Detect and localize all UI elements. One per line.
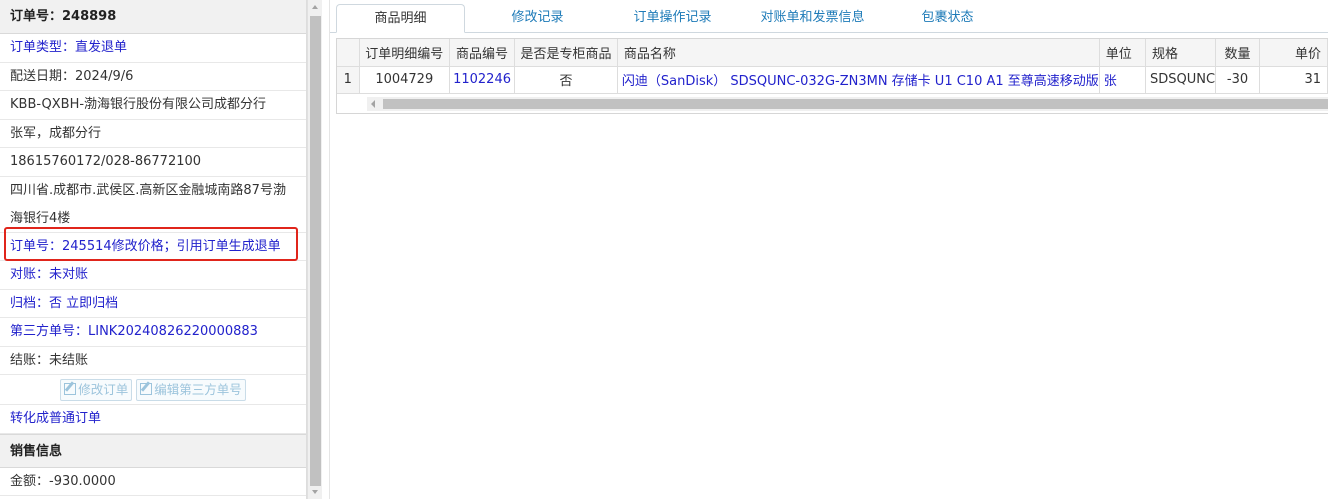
horizontal-scrollbar-thumb[interactable] xyxy=(383,99,1328,109)
product-table: 订单明细编号 商品编号 是否是专柜商品 商品名称 单位 规格 数量 单价 1 1… xyxy=(337,39,1328,94)
delivery-address: 四川省.成都市.武侯区.高新区金融城南路87号渤海银行4楼 xyxy=(0,177,306,233)
edit-order-button[interactable]: 修改订单 xyxy=(60,379,133,401)
tab-product-details[interactable]: 商品明细 xyxy=(336,4,465,33)
unit-cell: 张 xyxy=(1099,66,1146,94)
delivery-date: 配送日期：2024/9/6 xyxy=(0,63,306,91)
column-header[interactable]: 是否是专柜商品 xyxy=(514,39,618,67)
scroll-up-arrow-icon[interactable] xyxy=(308,0,323,14)
column-header[interactable]: 单位 xyxy=(1099,39,1146,67)
column-header[interactable]: 商品名称 xyxy=(617,39,1100,67)
detail-id-cell: 1004729 xyxy=(359,66,450,94)
order-action-buttons: 修改订单 编辑第三方单号 xyxy=(0,375,306,405)
scroll-left-arrow-icon[interactable] xyxy=(371,100,375,108)
product-grid: 订单明细编号 商品编号 是否是专柜商品 商品名称 单位 规格 数量 单价 1 1… xyxy=(336,38,1328,114)
row-number: 1 xyxy=(337,66,360,94)
edit-icon xyxy=(140,383,153,395)
highlight-box xyxy=(4,227,298,261)
column-header[interactable]: 订单明细编号 xyxy=(359,39,450,67)
edit-third-party-button[interactable]: 编辑第三方单号 xyxy=(136,379,246,401)
settlement-status: 结账：未结账 xyxy=(0,347,306,375)
tab-bar: 商品明细 修改记录 订单操作记录 对账单和发票信息 包裹状态 xyxy=(330,0,1328,33)
column-header[interactable]: 商品编号 xyxy=(449,39,516,67)
tab-operation-log[interactable]: 订单操作记录 xyxy=(610,4,735,33)
convert-to-normal-order-link[interactable]: 转化成普通订单 xyxy=(0,405,306,434)
customer-company: KBB-QXBH-渤海银行股份有限公司成都分行 xyxy=(0,91,306,120)
sales-info-header: 销售信息 xyxy=(0,433,306,468)
product-name-link[interactable]: 闪迪（SanDisk） SDSQUNC-032G-ZN3MN 存储卡 U1 C1… xyxy=(617,66,1100,94)
contact-name: 张军，成都分行 xyxy=(0,120,306,148)
horizontal-scrollbar[interactable] xyxy=(367,97,1328,111)
order-number-header: 订单号：248898 xyxy=(0,0,306,34)
archive-status[interactable]: 归档：否 立即归档 xyxy=(0,290,306,318)
product-id-link[interactable]: 1102246 xyxy=(449,66,516,94)
table-row[interactable]: 1 1004729 1102246 否 闪迪（SanDisk） SDSQUNC-… xyxy=(337,66,1328,94)
left-panel-scrollbar[interactable] xyxy=(307,0,322,499)
column-header[interactable]: 规格 xyxy=(1145,39,1217,67)
column-header[interactable]: 数量 xyxy=(1215,39,1261,67)
scroll-down-arrow-icon[interactable] xyxy=(308,485,323,499)
row-number-header xyxy=(337,39,360,67)
reconciliation-status: 对账：未对账 xyxy=(0,261,306,290)
tab-package-status[interactable]: 包裹状态 xyxy=(895,4,1000,33)
third-party-number: 第三方单号：LINK20240826220000883 xyxy=(0,318,306,347)
contact-phone: 18615760172/028-86772100 xyxy=(0,148,306,177)
table-header-row: 订单明细编号 商品编号 是否是专柜商品 商品名称 单位 规格 数量 单价 xyxy=(337,39,1328,67)
quantity-cell: -30 xyxy=(1215,66,1261,94)
spec-cell: SDSQUNC xyxy=(1145,66,1217,94)
tab-statement-invoice[interactable]: 对账单和发票信息 xyxy=(745,4,880,33)
sales-amount: 金额：-930.0000 xyxy=(0,468,306,496)
column-header[interactable]: 单价 xyxy=(1259,39,1328,67)
unit-price-cell: 31 xyxy=(1259,66,1328,94)
counter-product-cell: 否 xyxy=(514,66,618,94)
edit-icon xyxy=(64,383,77,395)
detail-panel: 商品明细 修改记录 订单操作记录 对账单和发票信息 包裹状态 订单明细编号 商品… xyxy=(329,0,1328,499)
order-info-panel: 订单号：248898 订单类型：直发退单 配送日期：2024/9/6 KBB-Q… xyxy=(0,0,307,499)
scrollbar-thumb[interactable] xyxy=(310,16,321,486)
order-type: 订单类型：直发退单 xyxy=(0,34,306,63)
tab-change-log[interactable]: 修改记录 xyxy=(480,4,595,33)
